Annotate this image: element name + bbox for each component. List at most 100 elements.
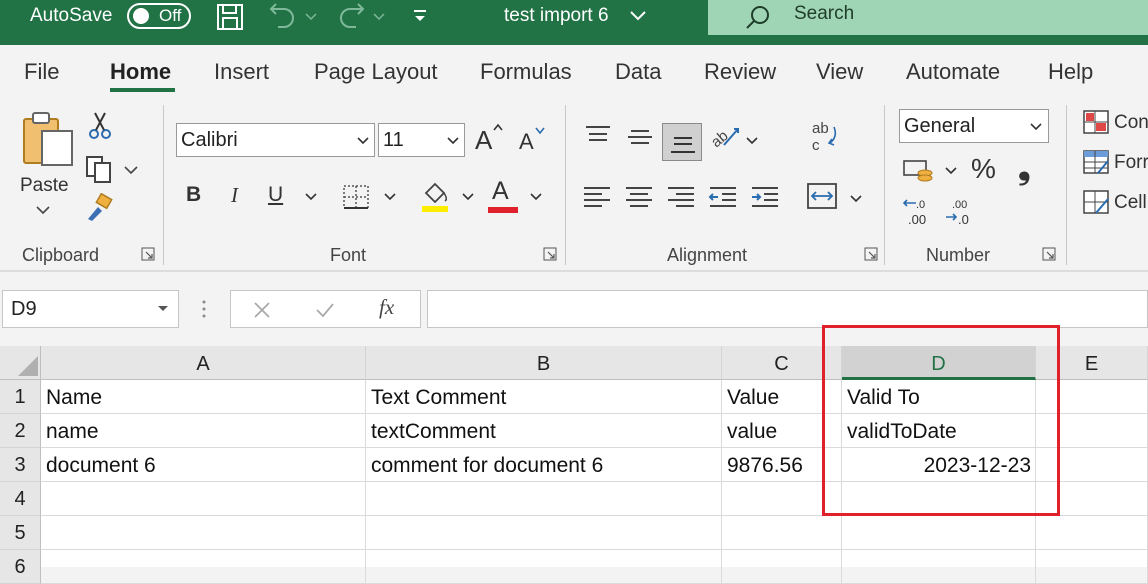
cell-styles-label[interactable]: Cell [1114, 192, 1147, 214]
increase-decimal-icon[interactable]: .0 .00 [902, 197, 936, 227]
cell-a4[interactable] [41, 482, 366, 516]
row-header-2[interactable]: 2 [0, 414, 41, 448]
cell-e6[interactable] [1036, 550, 1148, 584]
cell-a5[interactable] [41, 516, 366, 550]
cell-a2[interactable]: name [41, 414, 366, 448]
tab-formulas[interactable]: Formulas [480, 59, 572, 85]
alignment-launcher-icon[interactable] [864, 247, 878, 261]
decrease-font-size-icon[interactable]: A [517, 123, 547, 153]
cell-d5[interactable] [842, 516, 1036, 550]
row-header-4[interactable]: 4 [0, 482, 41, 516]
orientation-chevron-down-icon[interactable] [746, 137, 758, 145]
font-color-chevron-down-icon[interactable] [530, 193, 542, 201]
cancel-icon[interactable] [253, 301, 271, 319]
font-color-letter[interactable]: A [492, 177, 509, 206]
row-header-5[interactable]: 5 [0, 516, 41, 550]
cut-icon[interactable] [88, 111, 112, 141]
paste-label[interactable]: Paste [20, 175, 69, 197]
copy-icon[interactable] [84, 155, 114, 183]
paste-icon[interactable] [20, 111, 76, 167]
merge-center-icon[interactable] [806, 181, 838, 211]
decrease-decimal-icon[interactable]: .00 .0 [944, 197, 978, 227]
format-as-table-label[interactable]: Forr [1114, 152, 1148, 174]
tab-page-layout[interactable]: Page Layout [314, 59, 438, 85]
enter-check-icon[interactable] [315, 301, 335, 319]
title-chevron-down-icon[interactable] [630, 10, 646, 22]
wrap-text-icon[interactable]: ab c [810, 119, 840, 155]
redo-icon[interactable] [336, 2, 366, 32]
cell-a6[interactable] [41, 550, 366, 584]
font-size-select[interactable]: 11 [378, 123, 465, 157]
tab-insert[interactable]: Insert [214, 59, 269, 85]
redo-dropdown-icon[interactable] [373, 12, 385, 22]
middle-align-icon[interactable] [626, 125, 654, 149]
name-box[interactable]: D9 [2, 290, 179, 328]
font-launcher-icon[interactable] [543, 247, 557, 261]
borders-chevron-down-icon[interactable] [384, 193, 396, 201]
comma-style-button[interactable]: ❟ [1018, 149, 1031, 187]
cell-b4[interactable] [366, 482, 722, 516]
tab-file[interactable]: File [24, 59, 59, 85]
select-all-button[interactable] [0, 346, 41, 380]
borders-icon[interactable] [341, 183, 371, 211]
tab-review[interactable]: Review [704, 59, 776, 85]
align-right-icon[interactable] [666, 185, 696, 209]
cell-c5[interactable] [722, 516, 842, 550]
bold-button[interactable]: B [186, 183, 201, 207]
orientation-icon[interactable]: ab [710, 121, 742, 151]
format-as-table-icon[interactable] [1082, 149, 1110, 175]
autosave-toggle[interactable]: Off [127, 3, 191, 29]
column-header-b[interactable]: B [366, 346, 722, 380]
name-box-dropdown-icon[interactable] [158, 306, 168, 312]
italic-button[interactable]: I [231, 183, 238, 208]
customize-toolbar-icon[interactable] [412, 8, 428, 24]
conditional-formatting-icon[interactable] [1082, 109, 1110, 135]
clipboard-launcher-icon[interactable] [141, 247, 155, 261]
tab-view[interactable]: View [816, 59, 863, 85]
align-left-icon[interactable] [582, 185, 612, 209]
cell-e5[interactable] [1036, 516, 1148, 550]
cell-b3[interactable]: comment for document 6 [366, 448, 722, 482]
cell-a3[interactable]: document 6 [41, 448, 366, 482]
decrease-indent-icon[interactable] [708, 185, 738, 209]
cell-c6[interactable] [722, 550, 842, 584]
save-icon[interactable] [215, 2, 245, 32]
row-header-6[interactable]: 6 [0, 550, 41, 584]
format-painter-icon[interactable] [84, 193, 114, 223]
number-format-select[interactable]: General [899, 109, 1049, 143]
tab-automate[interactable]: Automate [906, 59, 1000, 85]
top-align-icon[interactable] [584, 125, 612, 147]
formula-bar-grip-icon[interactable] [201, 298, 207, 320]
underline-button[interactable]: U [268, 183, 283, 207]
underline-chevron-down-icon[interactable] [305, 193, 317, 201]
row-header-3[interactable]: 3 [0, 448, 41, 482]
fill-color-icon[interactable] [420, 179, 450, 213]
accounting-format-icon[interactable] [902, 157, 936, 185]
increase-font-size-icon[interactable]: A [473, 121, 505, 153]
insert-function-button[interactable]: fx [379, 295, 394, 320]
align-center-icon[interactable] [624, 185, 654, 209]
cell-a1[interactable]: Name [41, 380, 366, 414]
tab-home[interactable]: Home [110, 59, 171, 85]
font-name-select[interactable]: Calibri [176, 123, 375, 157]
number-launcher-icon[interactable] [1042, 247, 1056, 261]
cell-d6[interactable] [842, 550, 1036, 584]
undo-dropdown-icon[interactable] [305, 12, 317, 22]
bottom-align-button[interactable] [662, 123, 702, 161]
cell-styles-icon[interactable] [1082, 189, 1110, 215]
formula-input[interactable] [427, 290, 1148, 328]
copy-chevron-down-icon[interactable] [124, 165, 138, 175]
accounting-chevron-down-icon[interactable] [945, 167, 957, 175]
merge-chevron-down-icon[interactable] [850, 195, 862, 203]
search-box[interactable]: Search [708, 0, 1148, 35]
undo-icon[interactable] [268, 2, 298, 32]
cell-b5[interactable] [366, 516, 722, 550]
cell-b6[interactable] [366, 550, 722, 584]
row-header-1[interactable]: 1 [0, 380, 41, 414]
column-header-a[interactable]: A [41, 346, 366, 380]
conditional-formatting-label[interactable]: Con [1114, 112, 1148, 134]
paste-chevron-down-icon[interactable] [36, 205, 50, 215]
increase-indent-icon[interactable] [750, 185, 780, 209]
tab-data[interactable]: Data [615, 59, 661, 85]
fill-color-chevron-down-icon[interactable] [462, 193, 474, 201]
